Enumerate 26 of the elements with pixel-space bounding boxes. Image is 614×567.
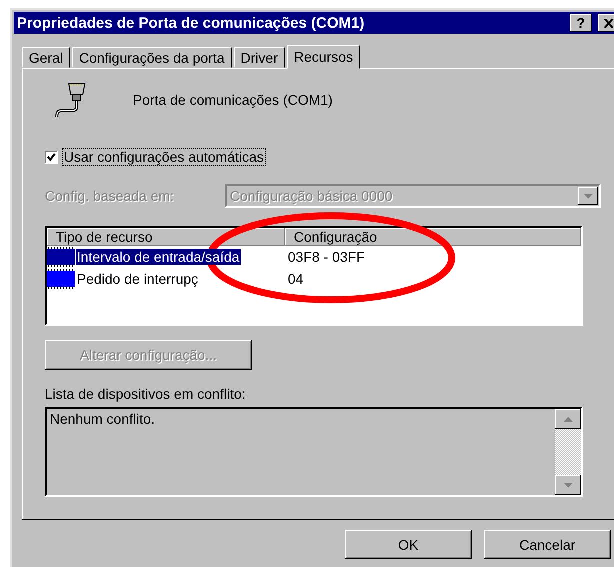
- scroll-up-icon: [564, 416, 572, 422]
- resource-setting: 04: [287, 271, 304, 287]
- window-title: Propriedades de Porta de comunicações (COM1): [17, 14, 366, 32]
- scrollbar[interactable]: [555, 409, 581, 495]
- resource-setting: 03F8 - 03FF: [287, 249, 366, 265]
- close-icon: [604, 18, 614, 28]
- column-header[interactable]: Configuração: [285, 228, 581, 246]
- based-on-label: Config. baseada em:: [45, 188, 174, 204]
- close-button[interactable]: [598, 14, 614, 32]
- tab[interactable]: Geral: [22, 47, 70, 68]
- auto-settings-checkbox[interactable]: [45, 150, 58, 164]
- tab[interactable]: Recursos: [287, 45, 360, 69]
- auto-settings-label: Usar configurações automáticas: [62, 148, 266, 166]
- scroll-down-icon: [564, 482, 572, 488]
- dialog-button[interactable]: Cancelar: [484, 530, 611, 559]
- tab[interactable]: Configurações da porta: [72, 47, 232, 68]
- device-name: Porta de comunicações (COM1): [133, 92, 333, 108]
- dialog-button[interactable]: OK: [345, 530, 472, 559]
- help-button[interactable]: ?: [570, 14, 592, 32]
- tab[interactable]: Driver: [234, 47, 286, 68]
- column-header[interactable]: Tipo de recurso: [47, 228, 285, 246]
- resource-type[interactable]: Intervalo de entrada/saída: [76, 249, 241, 265]
- resource-type[interactable]: Pedido de interrupç: [76, 271, 200, 287]
- dropdown-arrow-icon: [584, 194, 592, 198]
- conflict-text: Nenhum conflito.: [49, 410, 156, 429]
- conflict-list-label: Lista de dispositivos em conflito:: [45, 386, 247, 402]
